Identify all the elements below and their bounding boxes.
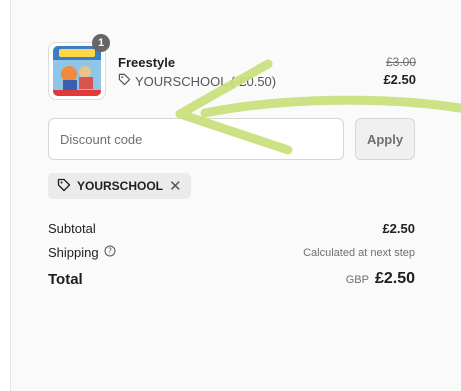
close-icon[interactable]: ✕ — [169, 179, 182, 194]
product-title: Freestyle — [118, 55, 176, 70]
apply-discount-button[interactable]: Apply — [355, 118, 415, 160]
product-discount: YOURSCHOOL (-£0.50) — [118, 73, 276, 89]
product-thumbnail: 1 — [48, 34, 110, 100]
discount-code-input[interactable] — [48, 118, 344, 160]
compare-at-price: £3.00 — [385, 55, 416, 69]
tag-icon — [57, 178, 71, 195]
total-value: £2.50 — [374, 270, 415, 287]
applied-discount-code: YOURSCHOOL — [77, 179, 164, 193]
shipping-row: Shipping ? Calculated at next step — [48, 245, 415, 260]
subtotal-row: Subtotal £2.50 — [48, 221, 415, 236]
total-row: Total GBP £2.50 — [48, 270, 415, 288]
line-price: £2.50 — [383, 72, 416, 87]
info-circle-icon[interactable]: ? — [104, 245, 116, 260]
svg-text:?: ? — [108, 247, 112, 256]
total-amount: GBP £2.50 — [346, 270, 415, 288]
shipping-label-group: Shipping ? — [48, 245, 116, 260]
applied-discount-chip: YOURSCHOOL ✕ — [48, 173, 191, 199]
shipping-label: Shipping — [48, 245, 99, 260]
product-discount-label: YOURSCHOOL (-£0.50) — [135, 73, 277, 89]
shipping-value: Calculated at next step — [303, 246, 415, 259]
subtotal-value: £2.50 — [382, 221, 415, 236]
subtotal-label: Subtotal — [48, 221, 96, 236]
quantity-badge: 1 — [92, 34, 110, 52]
tag-icon — [118, 73, 131, 89]
cart-line-item: 1 Freestyle YOURSCHOOL (-£0.50) £3.00 £2… — [48, 34, 416, 100]
product-cover-image — [53, 46, 101, 96]
currency-code: GBP — [345, 274, 369, 286]
total-label: Total — [48, 270, 83, 288]
